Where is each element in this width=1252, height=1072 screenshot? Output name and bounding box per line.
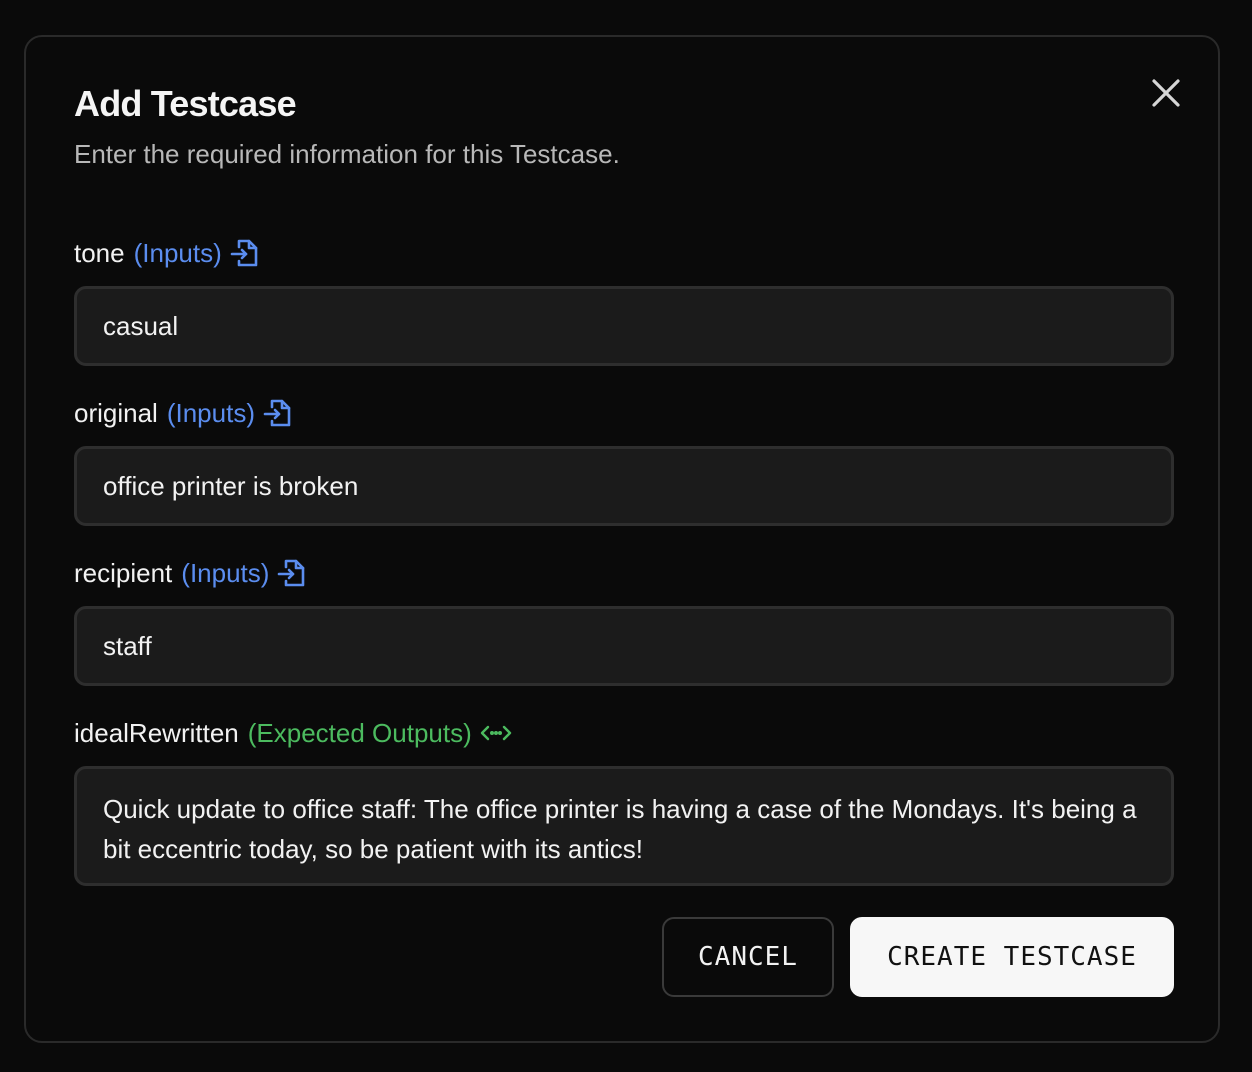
field-tag: (Inputs) bbox=[181, 557, 270, 588]
field-label-idealrewritten: idealRewritten (Expected Outputs) bbox=[74, 713, 512, 753]
close-button[interactable] bbox=[1146, 73, 1186, 113]
recipient-input[interactable]: staff bbox=[74, 606, 1174, 686]
field-tag: (Expected Outputs) bbox=[247, 717, 472, 748]
code-brackets-icon bbox=[480, 721, 512, 745]
field-label-original: original (Inputs) bbox=[74, 393, 293, 433]
tone-input[interactable]: casual bbox=[74, 286, 1174, 366]
file-import-icon bbox=[263, 397, 293, 429]
field-tag: (Inputs) bbox=[166, 397, 255, 428]
field-name: recipient bbox=[74, 557, 173, 588]
field-label-tone: tone (Inputs) bbox=[74, 233, 260, 273]
field-name: idealRewritten bbox=[74, 717, 239, 748]
create-testcase-button[interactable]: CREATE TESTCASE bbox=[850, 917, 1174, 997]
field-name: original bbox=[74, 397, 158, 428]
field-tag: (Inputs) bbox=[133, 237, 222, 268]
field-label-recipient: recipient (Inputs) bbox=[74, 553, 307, 593]
cancel-button[interactable]: CANCEL bbox=[662, 917, 834, 997]
add-testcase-dialog: Add Testcase Enter the required informat… bbox=[24, 35, 1220, 1043]
original-input[interactable]: office printer is broken bbox=[74, 446, 1174, 526]
idealrewritten-textarea[interactable]: Quick update to office staff: The office… bbox=[74, 766, 1174, 886]
dialog-subtitle: Enter the required information for this … bbox=[74, 139, 620, 169]
file-import-icon bbox=[277, 557, 307, 589]
field-name: tone bbox=[74, 237, 125, 268]
file-import-icon bbox=[230, 237, 260, 269]
close-icon bbox=[1152, 79, 1180, 107]
dialog-title: Add Testcase bbox=[74, 83, 297, 124]
